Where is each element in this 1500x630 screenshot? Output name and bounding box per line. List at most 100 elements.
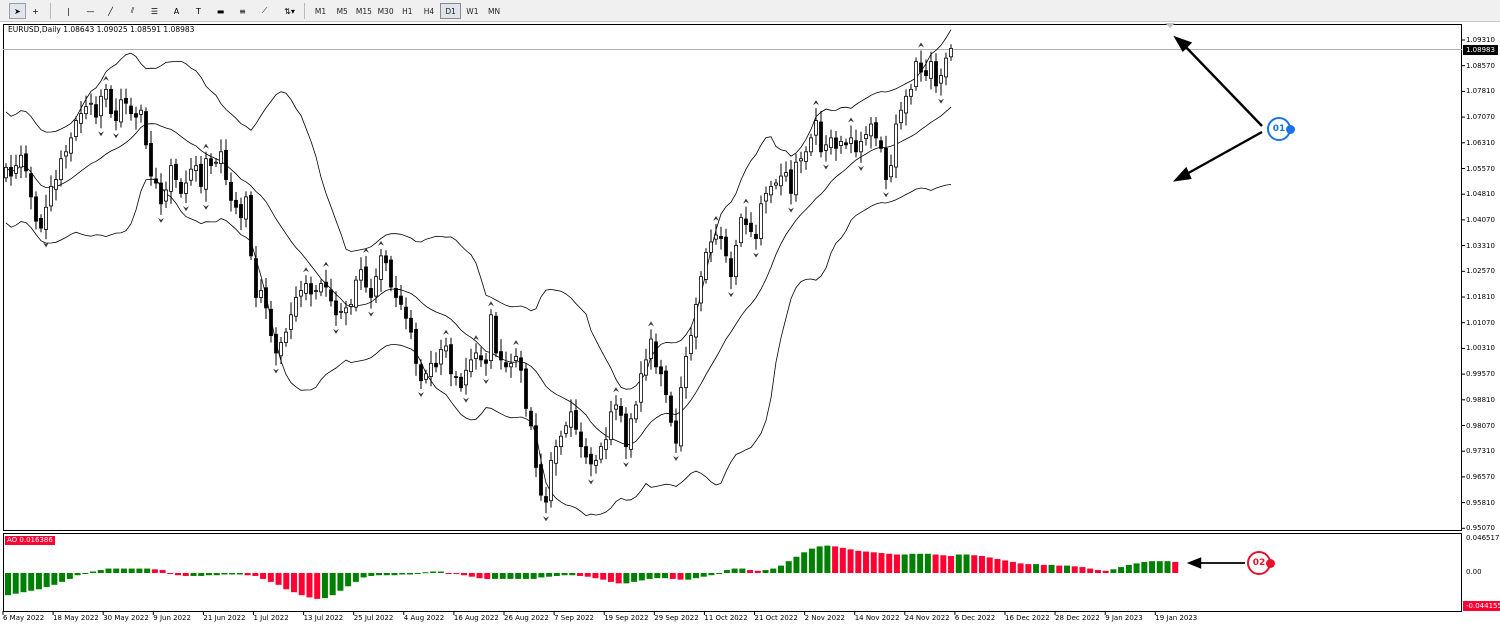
candle-body [764, 193, 768, 202]
trendline-icon[interactable]: ╱ [102, 3, 119, 19]
candle-body [724, 236, 728, 257]
ao-bar [252, 573, 259, 576]
ao-bar [731, 568, 738, 573]
timeframe-d1[interactable]: D1 [440, 3, 462, 19]
vertical-line-icon[interactable]: | [60, 3, 77, 19]
crosshair-icon[interactable]: + [27, 3, 44, 19]
candle-body [129, 105, 133, 115]
candle-body [94, 104, 98, 118]
candle-body [599, 446, 603, 460]
candle-body [394, 288, 398, 298]
price-label: 1.05570 [1466, 164, 1495, 173]
ao-bar [692, 573, 699, 579]
candle-body [34, 196, 38, 222]
ao-bar [59, 573, 66, 582]
candle-body [689, 335, 693, 355]
ao-bar [491, 573, 498, 579]
candle-body [339, 310, 343, 313]
candle-body [749, 222, 753, 232]
ao-bar [345, 573, 352, 587]
ao-bar [1033, 564, 1040, 573]
ao-bar [113, 568, 120, 573]
ao-bar [175, 573, 182, 576]
timeframe-w1[interactable]: W1 [462, 3, 483, 19]
candle-body [144, 111, 148, 146]
price-label: 0.98070 [1466, 421, 1495, 430]
ao-bar [994, 558, 1001, 573]
timeframe-h1[interactable]: H1 [397, 3, 418, 19]
candle-body [314, 290, 318, 292]
equidistant-channel-icon[interactable]: ⫽ [124, 3, 141, 19]
ao-bar [607, 573, 614, 582]
timeframe-m5[interactable]: M5 [332, 3, 353, 19]
price-label: 0.98810 [1466, 395, 1495, 404]
timeframe-m30[interactable]: M30 [375, 3, 396, 19]
timeframe-h4[interactable]: H4 [419, 3, 440, 19]
candle-body [854, 140, 858, 153]
timeframe-mn[interactable]: MN [484, 3, 505, 19]
text-label-icon[interactable]: T [190, 3, 207, 19]
date-label: 9 Jan 2023 [1105, 614, 1143, 622]
candle-body [169, 165, 173, 192]
candle-body [819, 121, 823, 153]
ao-bar [584, 573, 591, 577]
candle-body [294, 297, 298, 317]
candle-body [279, 342, 283, 357]
candle-body [504, 362, 508, 368]
ao-bar [708, 573, 715, 576]
candle-body [934, 61, 938, 87]
ao-bar [654, 573, 661, 579]
ao-bar [808, 548, 815, 573]
ao-bar [669, 573, 676, 579]
ao-bar [623, 573, 630, 584]
candle-body [524, 368, 528, 409]
rectangle-icon[interactable]: ▬ [212, 3, 229, 19]
candle-body [844, 142, 848, 146]
ao-bar [646, 573, 653, 579]
cursor-icon[interactable]: ➤ [9, 3, 26, 19]
candle-body [124, 97, 128, 104]
ao-bar [468, 573, 475, 577]
candle-body [694, 304, 698, 338]
ao-bar [901, 554, 908, 573]
timeframe-m1[interactable]: M1 [310, 3, 331, 19]
arrows-menu-icon[interactable]: ⇅▾ [281, 3, 298, 19]
ao-bar [244, 573, 251, 576]
timeframe-m15[interactable]: M15 [353, 3, 374, 19]
ao-bar [74, 573, 81, 576]
ao-bar [546, 573, 553, 577]
candle-body [154, 178, 158, 184]
price-label: 1.01810 [1466, 293, 1495, 301]
fibonacci-icon[interactable]: ☰ [146, 3, 163, 19]
ao-bar [1025, 564, 1032, 573]
candle-body [404, 306, 408, 319]
ao-bar [507, 573, 514, 579]
candle-body [669, 395, 673, 423]
ao-bar [1118, 567, 1125, 573]
candle-body [199, 163, 203, 187]
price-chart[interactable] [0, 22, 1500, 630]
candle-body [904, 95, 908, 114]
horizontal-line-icon[interactable]: — [82, 3, 99, 19]
candle-body [899, 109, 903, 124]
ao-bar [963, 554, 970, 573]
pitchfork-icon[interactable]: ⟋ [256, 3, 273, 19]
candle-body [454, 376, 458, 378]
ao-bar [406, 573, 413, 575]
ao-bar [291, 573, 298, 593]
ao-bar [801, 552, 808, 573]
candle-body [309, 283, 313, 295]
ao-bar [778, 565, 784, 573]
candle-body [634, 404, 638, 420]
fibonacci-fan-icon[interactable]: ≡ [234, 3, 251, 19]
candle-body [624, 413, 628, 448]
ao-bar [978, 556, 985, 573]
candle-body [519, 357, 523, 371]
candle-body [529, 410, 533, 427]
date-label: 2 Nov 2022 [804, 614, 845, 622]
candle-body [324, 281, 328, 288]
candle-body [884, 147, 888, 180]
text-icon[interactable]: A [168, 3, 185, 19]
ao-bar [399, 573, 406, 575]
candle-body [614, 404, 618, 410]
